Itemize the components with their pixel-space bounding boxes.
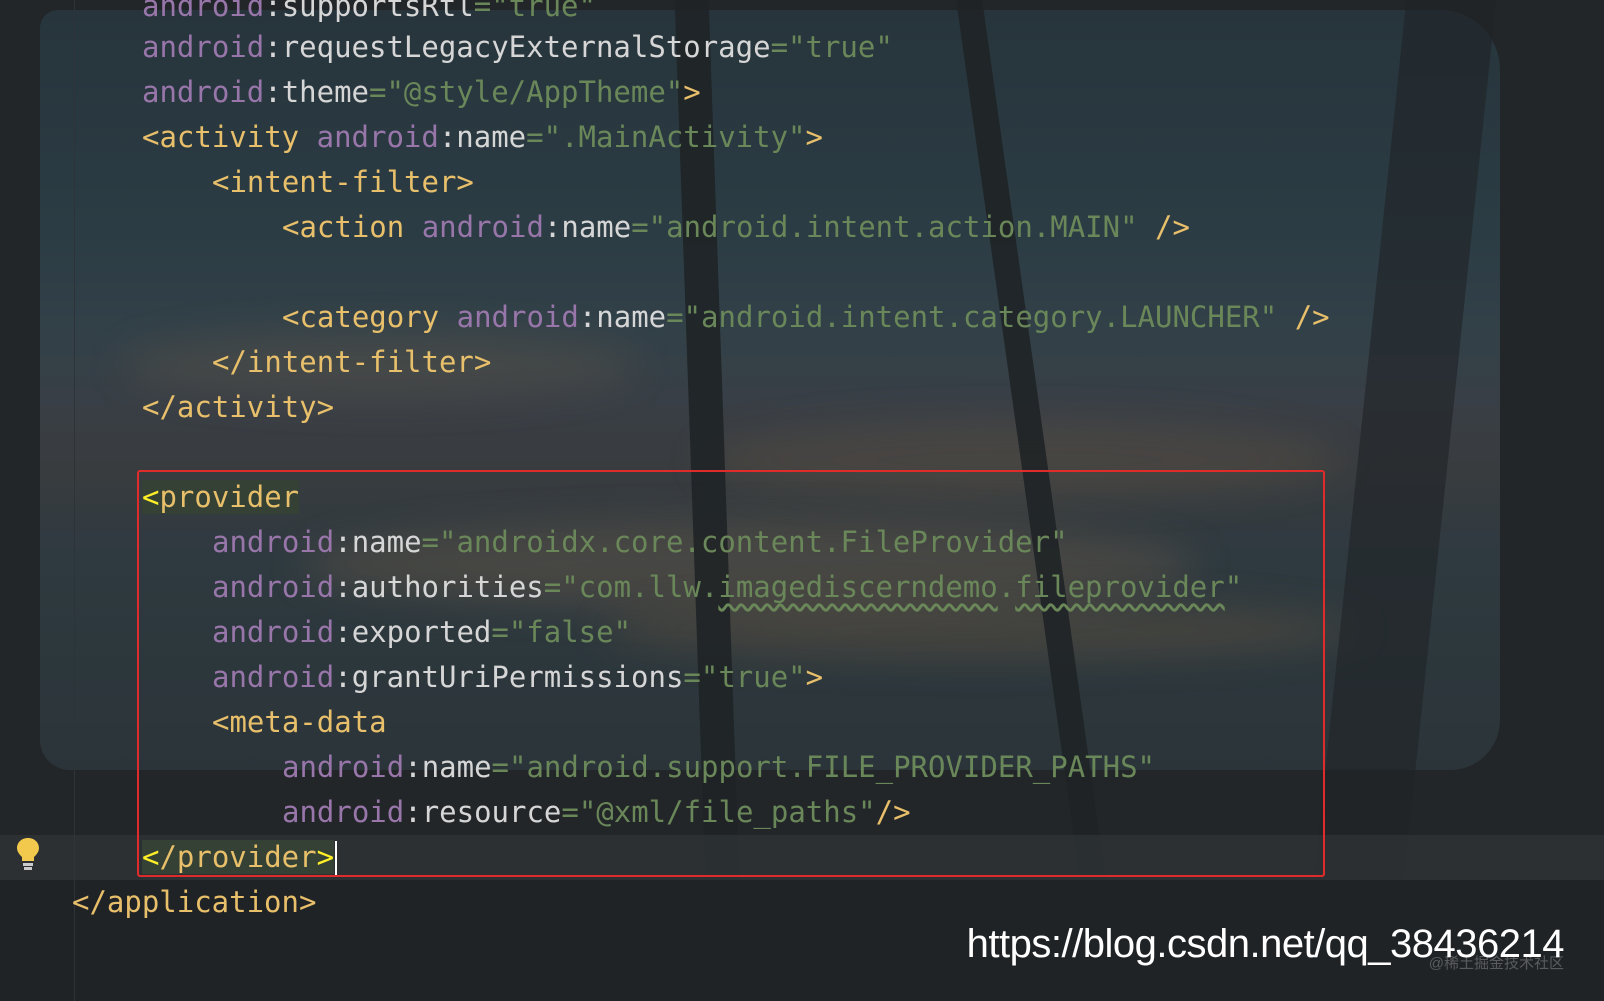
code-token-tag: > <box>683 75 701 109</box>
code-token-attr: requestLegacyExternalStorage <box>281 30 771 64</box>
code-token-attr: supportsRtl <box>281 0 474 23</box>
code-token-punc: : <box>264 75 282 109</box>
watermark-sub: @稀土掘金技术社区 <box>1428 955 1564 972</box>
code-token-tag: <action <box>282 210 422 244</box>
code-token-ns: android <box>421 210 544 244</box>
code-token-attr: theme <box>281 75 369 109</box>
code-token-punc: : <box>578 300 597 334</box>
code-line[interactable]: <intent-filter> <box>212 160 474 205</box>
code-token-tag: <intent-filter> <box>212 165 474 199</box>
code-token-punc: : <box>543 210 562 244</box>
code-token-str: ="android.intent.category.LAUNCHER" <box>666 300 1295 334</box>
code-token-tag: </intent-filter> <box>212 345 492 379</box>
code-line[interactable]: android:theme="@style/AppTheme"> <box>142 70 701 115</box>
code-token-tag: <activity <box>142 120 317 154</box>
code-line[interactable]: <action android:name="android.intent.act… <box>282 205 1190 250</box>
code-token-str: ="android.intent.action.MAIN" <box>631 210 1156 244</box>
code-token-attr: name <box>596 300 667 334</box>
code-token-tag: <category <box>282 300 457 334</box>
annotation-highlight-box <box>137 470 1325 877</box>
code-token-tag: /> <box>1294 300 1330 334</box>
code-token-tag: </application> <box>72 885 317 919</box>
code-token-ns: android <box>456 300 579 334</box>
code-token-attr: name <box>561 210 632 244</box>
code-line[interactable]: </activity> <box>142 385 334 430</box>
code-token-attr: name <box>456 120 527 154</box>
code-token-punc: : <box>264 30 282 64</box>
code-token-punc: : <box>264 0 282 23</box>
code-token-str: =".MainActivity" <box>526 120 806 154</box>
code-line[interactable]: <activity android:name=".MainActivity"> <box>142 115 823 160</box>
code-line[interactable]: </intent-filter> <box>212 340 491 385</box>
code-token-tag: </activity> <box>142 390 335 424</box>
code-token-ns: android <box>142 30 265 64</box>
code-line[interactable]: android:requestLegacyExternalStorage="tr… <box>142 25 893 70</box>
code-token-tag: > <box>805 120 823 154</box>
code-token-ns: android <box>142 0 265 23</box>
code-token-ns: android <box>142 75 265 109</box>
code-line[interactable]: <category android:name="android.intent.c… <box>282 295 1330 340</box>
code-token-str: ="true" <box>770 30 893 64</box>
code-token-ns: android <box>316 120 439 154</box>
code-line[interactable]: </application> <box>72 880 316 925</box>
code-token-str: ="@style/AppTheme" <box>369 75 684 109</box>
code-token-str: ="true" <box>473 0 596 23</box>
code-token-punc: : <box>438 120 457 154</box>
code-token-tag: /> <box>1155 210 1190 244</box>
lightbulb-icon[interactable] <box>14 836 42 872</box>
